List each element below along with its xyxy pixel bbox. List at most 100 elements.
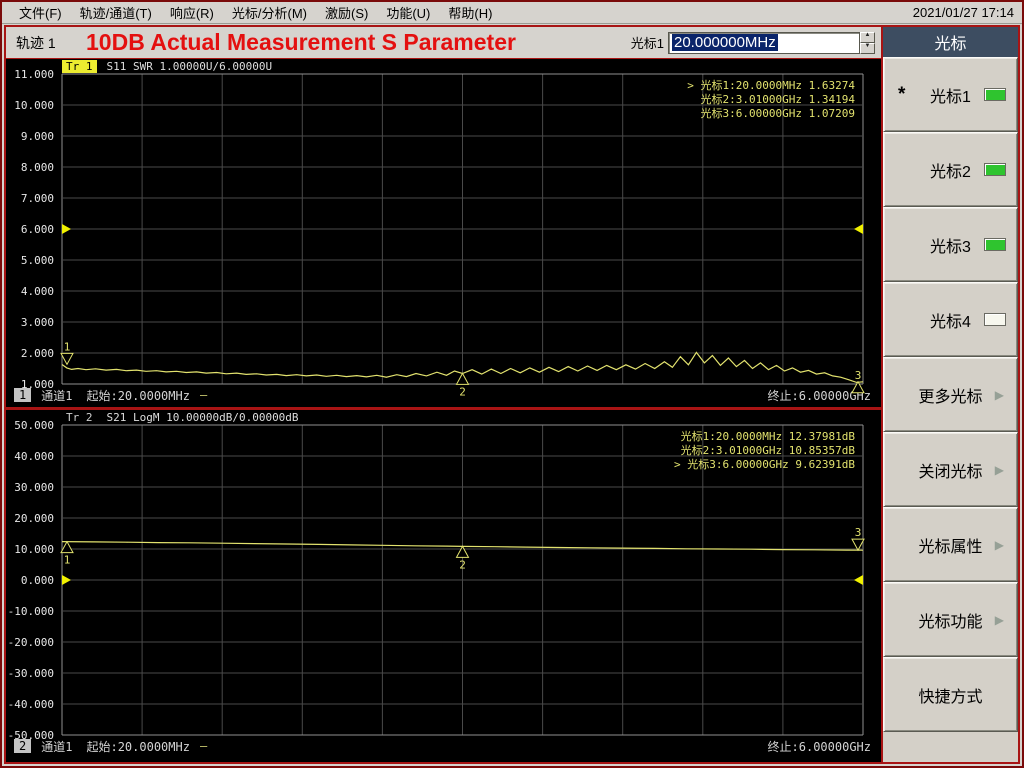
y-tick-label: 1.000 bbox=[20, 378, 54, 391]
y-tick-label: -10.000 bbox=[7, 605, 54, 618]
marker-3-number: 3 bbox=[855, 526, 862, 539]
menu-items-container: 文件(F) 轨迹/通道(T) 响应(R) 光标/分析(M) 激励(S) 功能(U) 帮助(H… bbox=[10, 2, 501, 24]
sidebar-buttons: * 光标1 光标2 光标3 光标4 更多光标 ▶ 关闭光标 ▶ 光标属性 ▶ 光标功能 ▶ 快捷方式 bbox=[883, 57, 1018, 732]
channel-status-bar: 1 通道1 起始:20.0000MHz — 终止:6.00000GHz bbox=[6, 386, 881, 404]
app-window: 2021/01/27 17:14 文件(F) 轨迹/通道(T) 响应(R) 光标/分析… bbox=[0, 0, 1024, 768]
sweep-stop-label: 终止:6.00000GHz bbox=[767, 739, 871, 754]
marker-readout-line: 光标1:20.0000MHz 12.37981dB bbox=[680, 430, 855, 443]
marker-readout-line: 光标2:3.01000GHz 1.34194 bbox=[700, 93, 855, 106]
marker-1-triangle bbox=[60, 352, 74, 366]
sidebar-button-光标1[interactable]: * 光标1 bbox=[883, 57, 1018, 132]
menu-item-0[interactable]: 文件(F) bbox=[10, 2, 71, 24]
menu-item-6[interactable]: 帮助(H) bbox=[439, 2, 501, 24]
menu-item-2[interactable]: 响应(R) bbox=[161, 2, 223, 24]
y-tick-label: 30.000 bbox=[14, 481, 54, 494]
submenu-arrow-icon: ▶ bbox=[994, 387, 1004, 402]
y-tick-label: 6.000 bbox=[20, 223, 54, 236]
marker-2-number: 2 bbox=[459, 385, 466, 398]
submenu-arrow-icon: ▶ bbox=[994, 537, 1004, 552]
menu-bar: 2021/01/27 17:14 文件(F) 轨迹/通道(T) 响应(R) 光标/分析… bbox=[2, 2, 1022, 24]
y-tick-label: 20.000 bbox=[14, 512, 54, 525]
y-tick-label: 3.000 bbox=[20, 316, 54, 329]
plot-area[interactable]: 11.000 10.000 9.000 8.000 7.000 6.000 5.000 4.0… bbox=[14, 68, 865, 398]
y-tick-label: 4.000 bbox=[20, 285, 54, 298]
sidebar: 光标 * 光标1 光标2 光标3 光标4 更多光标 ▶ 关闭光标 ▶ 光标属性 ▶ 光标功能 ▶ 快捷方式 bbox=[882, 25, 1020, 764]
y-tick-label: 8.000 bbox=[20, 161, 54, 174]
sweep-start-label: 起始:20.0000MHz bbox=[86, 388, 190, 403]
menu-item-1[interactable]: 轨迹/通道(T) bbox=[71, 2, 161, 24]
y-tick-label: 50.000 bbox=[14, 419, 54, 432]
marker-state-led bbox=[984, 313, 1006, 326]
menu-item-3[interactable]: 光标/分析(M) bbox=[223, 2, 316, 24]
y-axis-ticks: 50.000 40.000 30.000 20.000 10.000 0.000 -10.0… bbox=[6, 419, 58, 742]
marker-2-triangle bbox=[455, 545, 470, 558]
marker-readout: > 光标1:20.0000MHz 1.63274 光标2:3.01000GHz 1… bbox=[687, 79, 855, 121]
chart-panel-s11: Tr 1 S11 SWR 1.00000U/6.00000U 1 1.000 10.00… bbox=[6, 59, 881, 410]
marker-1-number: 1 bbox=[64, 340, 71, 353]
sweep-start-label: 起始:20.0000MHz bbox=[86, 739, 190, 754]
trace-badge[interactable]: Tr 1 bbox=[62, 60, 97, 73]
trace-info: S21 LogM 10.00000dB/0.00000dB bbox=[106, 411, 299, 424]
y-tick-label: -20.000 bbox=[7, 636, 54, 649]
y-tick-label: -50.000 bbox=[7, 729, 54, 742]
marker-state-led bbox=[984, 238, 1006, 251]
marker-1-number: 1 bbox=[64, 554, 71, 567]
sidebar-button-光标3[interactable]: 光标3 bbox=[883, 207, 1018, 282]
trace-style-dash: — bbox=[199, 739, 208, 753]
sidebar-footer bbox=[883, 732, 1018, 762]
trace-style-dash: — bbox=[199, 388, 208, 402]
active-marker-star: * bbox=[898, 83, 906, 105]
sidebar-button-光标4[interactable]: 光标4 bbox=[883, 282, 1018, 357]
marker-readout-line: 光标3:6.00000GHz 1.07209 bbox=[700, 107, 855, 120]
plot-area[interactable]: 50.000 40.000 30.000 20.000 10.000 0.000 -10.0… bbox=[8, 419, 865, 742]
sidebar-button-label: 光标1 bbox=[930, 88, 971, 106]
y-tick-label: 2.000 bbox=[20, 347, 54, 360]
sidebar-button-label: 光标属性 bbox=[918, 538, 983, 556]
menu-item-4[interactable]: 激励(S) bbox=[316, 2, 377, 24]
sidebar-button-label: 关闭光标 bbox=[918, 463, 983, 481]
marker-readout-line: > 光标3:6.00000GHz 9.62391dB bbox=[674, 458, 855, 471]
active-trace-label: 轨迹 1 bbox=[16, 34, 56, 51]
sidebar-button-光标功能[interactable]: 光标功能 ▶ bbox=[883, 582, 1018, 657]
ref-level-indicator-right bbox=[854, 575, 863, 585]
sidebar-button-光标属性[interactable]: 光标属性 ▶ bbox=[883, 507, 1018, 582]
sidebar-button-label: 光标功能 bbox=[918, 613, 983, 631]
y-tick-label: -30.000 bbox=[7, 667, 54, 680]
sidebar-button-更多光标[interactable]: 更多光标 ▶ bbox=[883, 357, 1018, 432]
marker-state-led bbox=[984, 88, 1006, 101]
sidebar-button-label: 快捷方式 bbox=[918, 688, 983, 706]
trace-badge[interactable]: Tr 2 bbox=[62, 411, 97, 424]
menu-item-5[interactable]: 功能(U) bbox=[377, 2, 439, 24]
marker-2-triangle bbox=[455, 372, 470, 385]
trace-header: Tr 2 S21 LogM 10.00000dB/0.00000dB bbox=[6, 410, 881, 425]
marker-value-spinner: ▲ ▼ bbox=[860, 31, 875, 54]
trace-info: S11 SWR 1.00000U/6.00000U bbox=[106, 60, 273, 73]
marker-readout-line: > 光标1:20.0000MHz 1.63274 bbox=[687, 79, 855, 92]
marker-1-triangle bbox=[60, 540, 74, 554]
submenu-arrow-icon: ▶ bbox=[994, 612, 1004, 627]
y-tick-label: 0.000 bbox=[20, 574, 54, 587]
y-tick-label: 10.000 bbox=[14, 543, 54, 556]
charts-column: 轨迹 1 10DB Actual Measurement S Parameter… bbox=[4, 25, 882, 764]
sidebar-header: 光标 bbox=[883, 27, 1018, 57]
marker-2-number: 2 bbox=[459, 558, 466, 571]
spinner-down-button[interactable]: ▼ bbox=[860, 42, 875, 54]
marker-field-label: 光标1 bbox=[630, 36, 664, 51]
sidebar-button-label: 光标3 bbox=[930, 238, 971, 256]
marker-readout: 光标1:20.0000MHz 12.37981dB 光标2:3.01000GHz … bbox=[674, 430, 855, 472]
sidebar-button-光标2[interactable]: 光标2 bbox=[883, 132, 1018, 207]
marker-readout-line: 光标2:3.01000GHz 10.85357dB bbox=[680, 444, 855, 457]
marker-3-number: 3 bbox=[855, 369, 862, 382]
marker-value-input[interactable]: 20.000000MHz bbox=[668, 31, 860, 54]
sidebar-button-关闭光标[interactable]: 关闭光标 ▶ bbox=[883, 432, 1018, 507]
spinner-up-button[interactable]: ▲ bbox=[860, 31, 875, 43]
sidebar-button-快捷方式[interactable]: 快捷方式 bbox=[883, 657, 1018, 732]
channel-status-bar: 2 通道1 起始:20.0000MHz — 终止:6.00000GHz bbox=[6, 737, 881, 755]
ref-level-indicator-right bbox=[854, 224, 863, 234]
ref-level-indicator-left bbox=[62, 224, 71, 234]
sidebar-button-label: 更多光标 bbox=[918, 388, 983, 406]
y-tick-label: 5.000 bbox=[20, 254, 54, 267]
y-tick-label: 10.000 bbox=[14, 99, 54, 112]
marker-state-led bbox=[984, 163, 1006, 176]
marker-stimulus-field: 光标1 20.000000MHz ▲ ▼ bbox=[630, 31, 881, 54]
